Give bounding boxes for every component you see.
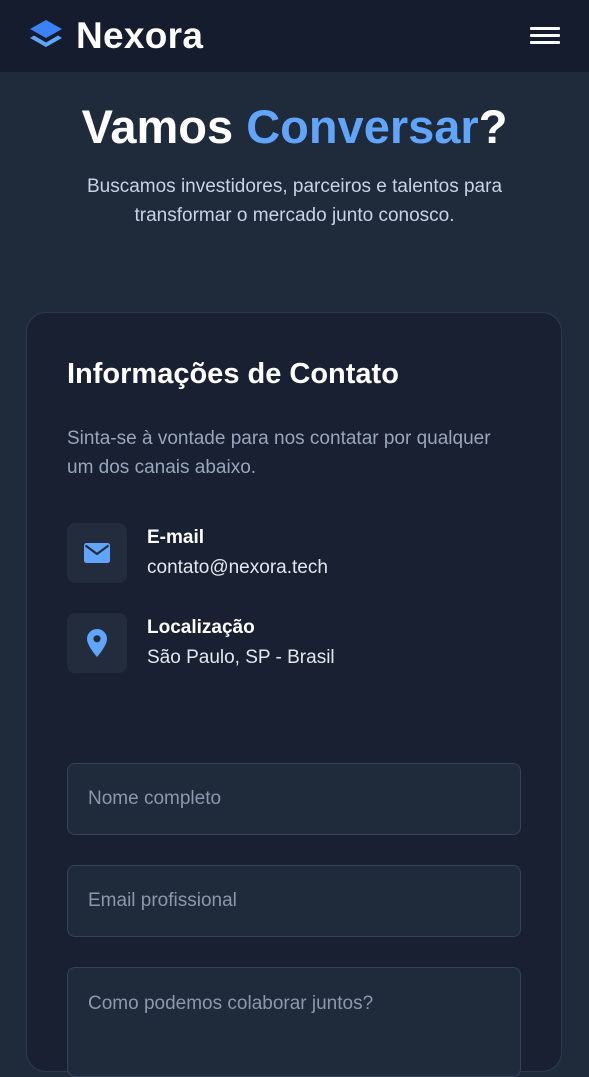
contact-card-description: Sinta-se à vontade para nos contatar por… bbox=[67, 428, 491, 478]
page-subtitle: Buscamos investidores, parceiros e talen… bbox=[86, 176, 503, 226]
full-name-input[interactable] bbox=[67, 763, 521, 835]
menu-line bbox=[530, 41, 560, 44]
brand-link[interactable]: Nexora bbox=[28, 14, 203, 58]
contact-location-value: São Paulo, SP - Brasil bbox=[147, 647, 335, 668]
contact-item-label: Localização bbox=[147, 617, 255, 638]
menu-line bbox=[530, 34, 560, 37]
title-accent: Conversar bbox=[246, 100, 479, 153]
hamburger-menu-icon[interactable] bbox=[528, 24, 562, 48]
contact-item-location: Localização São Paulo, SP - Brasil bbox=[67, 613, 521, 673]
title-question-mark: ? bbox=[478, 100, 508, 153]
contact-card-title: Informações de Contato bbox=[67, 358, 399, 390]
envelope-icon bbox=[84, 543, 110, 563]
layers-logo-icon bbox=[30, 20, 62, 47]
map-pin-icon bbox=[87, 629, 107, 657]
message-textarea[interactable] bbox=[67, 967, 521, 1077]
brand-name: Nexora bbox=[76, 15, 204, 56]
work-email-input[interactable] bbox=[67, 865, 521, 937]
email-icon-box bbox=[67, 523, 127, 583]
title-text: Vamos bbox=[81, 100, 247, 153]
menu-line bbox=[530, 27, 560, 30]
top-navbar: Nexora bbox=[0, 0, 589, 72]
contact-email-link[interactable]: contato@nexora.tech bbox=[147, 555, 328, 581]
location-icon-box bbox=[67, 613, 127, 673]
page-title: Vamos Conversar? bbox=[0, 96, 589, 158]
contact-item-label: E-mail bbox=[147, 527, 205, 548]
contact-item-email: E-mail contato@nexora.tech bbox=[67, 523, 521, 583]
